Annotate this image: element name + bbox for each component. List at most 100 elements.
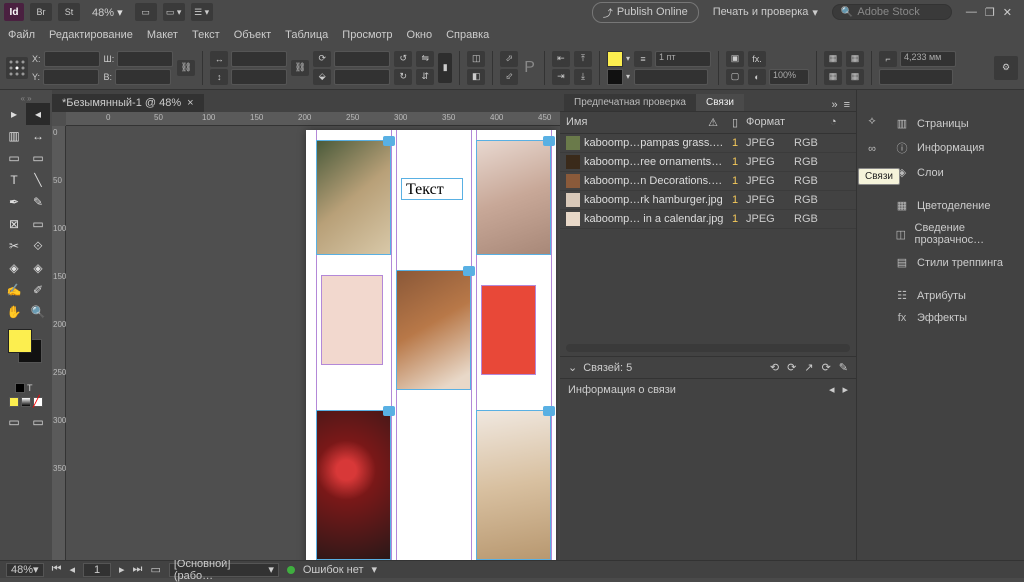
menu-table[interactable]: Таблица bbox=[285, 29, 328, 41]
preflight-status-icon[interactable] bbox=[287, 566, 295, 574]
swap-default-colors[interactable]: T bbox=[15, 383, 37, 393]
shear-icon[interactable]: ⬙ bbox=[313, 69, 331, 85]
menu-view[interactable]: Просмотр bbox=[342, 29, 392, 41]
align-bottom-icon[interactable]: ⤓ bbox=[574, 69, 592, 85]
image-frame[interactable] bbox=[476, 140, 551, 255]
image-frame[interactable] bbox=[316, 140, 391, 255]
view-options-button[interactable]: ☰ ▾ bbox=[191, 3, 213, 21]
stroke-weight-input[interactable]: 1 пт bbox=[655, 51, 711, 67]
panel-scrollbar[interactable] bbox=[566, 344, 850, 352]
eyedropper-tool[interactable]: ✐ bbox=[26, 279, 50, 301]
link-row[interactable]: kaboomp… in a calendar.jpg1JPEGRGB bbox=[560, 210, 856, 229]
status-page[interactable]: 1 bbox=[83, 563, 111, 577]
scale-y-icon[interactable]: ↕ bbox=[210, 69, 228, 85]
ref-point-widget[interactable] bbox=[6, 57, 28, 79]
flip-horizontal-icon[interactable]: ⬀ bbox=[500, 51, 518, 67]
control-menu-icon[interactable]: ⚙ bbox=[994, 56, 1018, 80]
fill-swatch[interactable] bbox=[607, 51, 623, 67]
link-row[interactable]: kaboomp…ree ornaments.jpg1JPEGRGB bbox=[560, 153, 856, 172]
canvas[interactable]: Текст bbox=[66, 126, 560, 560]
gradient-feather-tool[interactable]: ◈ bbox=[26, 257, 50, 279]
page-col-icon[interactable]: ▯ bbox=[724, 116, 746, 129]
y-input[interactable] bbox=[43, 69, 99, 85]
document-tab[interactable]: *Безымянный-1 @ 48%× bbox=[52, 94, 204, 112]
prev-link-icon[interactable]: ◂ bbox=[829, 383, 835, 396]
stroke-swatch[interactable] bbox=[607, 69, 623, 85]
close-tab-icon[interactable]: × bbox=[187, 97, 193, 109]
color-swatches[interactable] bbox=[8, 329, 44, 365]
open-icon[interactable]: ▭ bbox=[150, 563, 160, 576]
rectangle-frame[interactable] bbox=[481, 285, 536, 375]
scale-x-icon[interactable]: ↔ bbox=[210, 51, 228, 67]
publish-online-button[interactable]: ⤴ Publish Online bbox=[592, 2, 699, 23]
text-wrap-jump-icon[interactable]: ▦ bbox=[846, 69, 864, 85]
preview-view-icon[interactable]: ▭ bbox=[26, 411, 50, 433]
h-input[interactable] bbox=[115, 69, 171, 85]
link-info-row[interactable]: Информация о связи ◂▸ bbox=[560, 378, 856, 400]
menu-file[interactable]: Файл bbox=[8, 29, 35, 41]
constrain-icon[interactable]: ⛓ bbox=[177, 60, 195, 76]
last-page-icon[interactable]: ⏭ bbox=[133, 563, 143, 576]
relink-cc-icon[interactable]: ⟲ bbox=[770, 361, 779, 374]
panel-flattener[interactable]: ◫Сведение прозрачнос… bbox=[887, 217, 1024, 251]
align-top-icon[interactable]: ⤒ bbox=[574, 51, 592, 67]
rectangle-frame-tool[interactable]: ⊠ bbox=[2, 213, 26, 235]
normal-view-icon[interactable]: ▭ bbox=[2, 411, 26, 433]
chevron-down-icon[interactable]: ⌄ bbox=[568, 361, 577, 374]
link-row[interactable]: kaboomp…rk hamburger.jpg1JPEGRGB bbox=[560, 191, 856, 210]
close-icon[interactable]: ✕ bbox=[1003, 6, 1012, 19]
w-input[interactable] bbox=[117, 51, 173, 67]
status-col-icon[interactable]: ⚠ bbox=[702, 116, 724, 129]
zoom-indicator[interactable]: 48% ▾ bbox=[86, 6, 129, 19]
next-page-icon[interactable]: ▸ bbox=[119, 563, 125, 576]
panel-pages[interactable]: ▥Страницы bbox=[887, 112, 1024, 135]
line-tool[interactable]: ╲ bbox=[26, 169, 50, 191]
next-link-icon[interactable]: ▸ bbox=[842, 383, 848, 396]
stock-button[interactable]: St bbox=[58, 3, 80, 21]
image-frame[interactable] bbox=[316, 410, 391, 560]
pen-tool[interactable]: ✒ bbox=[2, 191, 26, 213]
cc-libraries-icon[interactable]: ∞ bbox=[863, 140, 881, 158]
preflight-tab[interactable]: Предпечатная проверка bbox=[564, 94, 696, 111]
select-content-icon[interactable]: ◧ bbox=[467, 69, 485, 85]
goto-link-icon[interactable]: ↗ bbox=[804, 361, 813, 374]
stock-search-input[interactable]: 🔍 Adobe Stock bbox=[832, 4, 952, 20]
minimize-icon[interactable]: ― bbox=[966, 6, 977, 19]
selection-tool[interactable]: ▸ bbox=[2, 103, 26, 125]
note-tool[interactable]: ✍ bbox=[2, 279, 26, 301]
links-list[interactable]: kaboomp…pampas grass.jpg1JPEGRGB kaboomp… bbox=[560, 134, 856, 229]
align-left-icon[interactable]: ⇤ bbox=[552, 51, 570, 67]
apply-color-icon[interactable] bbox=[9, 397, 19, 407]
menu-window[interactable]: Окно bbox=[407, 29, 433, 41]
color-col-icon[interactable]: ◔ bbox=[830, 116, 850, 129]
horizontal-ruler[interactable]: 0 50 100 150 200 250 300 350 400 450 bbox=[66, 112, 560, 126]
corner-shape-input[interactable] bbox=[879, 69, 953, 85]
rectangle-frame[interactable] bbox=[321, 275, 383, 365]
menu-type[interactable]: Текст bbox=[192, 29, 220, 41]
apply-none-icon[interactable]: ╱ bbox=[33, 397, 43, 407]
stroke-style-input[interactable] bbox=[634, 69, 708, 85]
image-frame[interactable] bbox=[476, 410, 551, 560]
rotate-icon[interactable]: ⟳ bbox=[313, 51, 331, 67]
vertical-ruler[interactable]: 0 50 100 150 200 250 300 350 bbox=[52, 126, 66, 560]
bridge-button[interactable]: Br bbox=[30, 3, 52, 21]
edit-original-icon[interactable]: ✎ bbox=[839, 361, 848, 374]
type-tool[interactable]: T bbox=[2, 169, 26, 191]
prev-page-icon[interactable]: ◂ bbox=[69, 563, 75, 576]
menu-object[interactable]: Объект bbox=[234, 29, 271, 41]
effects-icon[interactable]: fx. bbox=[748, 51, 766, 67]
properties-icon[interactable]: ⟡ bbox=[863, 112, 881, 130]
flip-h-icon[interactable]: ⇋ bbox=[416, 51, 434, 67]
panel-separations[interactable]: ▦Цветоделение bbox=[887, 194, 1024, 217]
gradient-swatch-tool[interactable]: ◈ bbox=[2, 257, 26, 279]
links-tab[interactable]: Связи bbox=[696, 94, 744, 111]
constrain-scale-icon[interactable]: ⛓ bbox=[291, 60, 309, 76]
content-placer-tool[interactable]: ▭ bbox=[26, 147, 50, 169]
zoom-tool[interactable]: 🔍 bbox=[26, 301, 50, 323]
pencil-tool[interactable]: ✎ bbox=[26, 191, 50, 213]
maximize-icon[interactable]: ❐ bbox=[985, 6, 995, 19]
gap-tool[interactable]: ↔ bbox=[26, 125, 50, 147]
content-collector-tool[interactable]: ▭ bbox=[2, 147, 26, 169]
first-page-icon[interactable]: ⏮ bbox=[52, 563, 62, 576]
x-input[interactable] bbox=[44, 51, 100, 67]
